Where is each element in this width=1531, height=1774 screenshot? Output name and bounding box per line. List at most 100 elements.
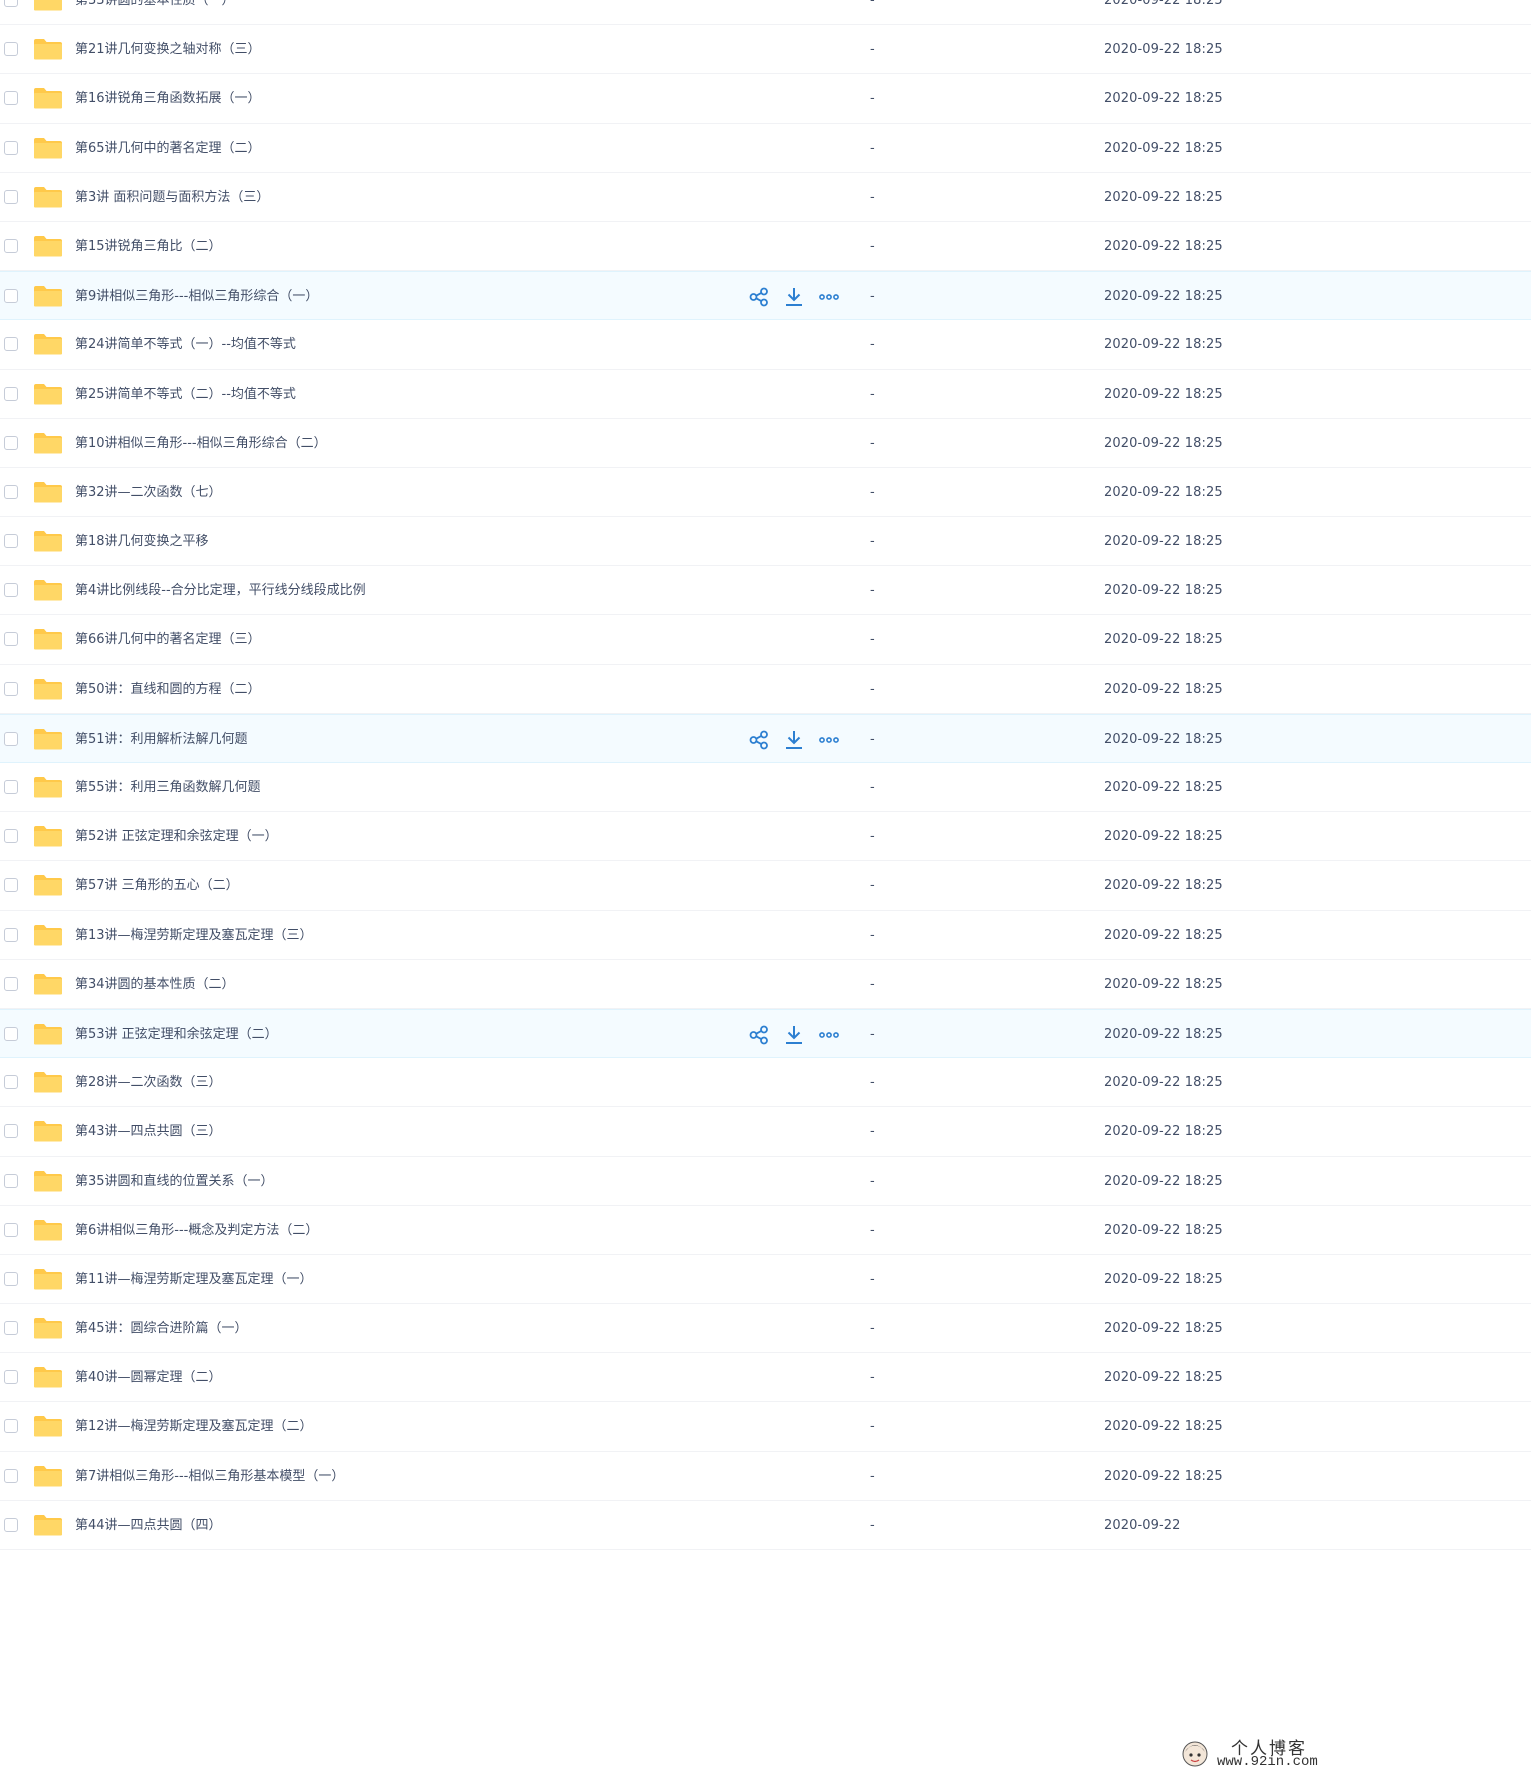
- more-icon[interactable]: [818, 286, 840, 308]
- file-row[interactable]: 第7讲相似三角形---相似三角形基本模型（一） - 2020-09-22 18:25: [0, 1452, 1531, 1501]
- row-checkbox[interactable]: [4, 878, 18, 893]
- row-checkbox[interactable]: [4, 829, 18, 844]
- file-name[interactable]: 第13讲—梅涅劳斯定理及塞瓦定理（三）: [75, 911, 313, 960]
- file-row[interactable]: 第32讲—二次函数（七） - 2020-09-22 18:25: [0, 468, 1531, 518]
- row-checkbox[interactable]: [4, 1468, 18, 1483]
- file-row[interactable]: 第34讲圆的基本性质（二） - 2020-09-22 18:25: [0, 960, 1531, 1009]
- file-row[interactable]: 第11讲—梅涅劳斯定理及塞瓦定理（一） - 2020-09-22 18:25: [0, 1255, 1531, 1305]
- file-name[interactable]: 第51讲：利用解析法解几何题: [75, 715, 248, 764]
- file-row[interactable]: 第40讲—圆幂定理（二） - 2020-09-22 18:25: [0, 1353, 1531, 1403]
- file-name[interactable]: 第32讲—二次函数（七）: [75, 468, 222, 517]
- file-row[interactable]: 第66讲几何中的著名定理（三） - 2020-09-22 18:25: [0, 615, 1531, 665]
- file-row[interactable]: 第52讲 正弦定理和余弦定理（一） - 2020-09-22 18:25: [0, 812, 1531, 862]
- file-name[interactable]: 第7讲相似三角形---相似三角形基本模型（一）: [75, 1452, 344, 1501]
- row-checkbox[interactable]: [4, 140, 18, 155]
- row-checkbox[interactable]: [4, 1321, 18, 1336]
- row-checkbox[interactable]: [4, 1222, 18, 1237]
- file-name[interactable]: 第3讲 面积问题与面积方法（三）: [75, 173, 269, 222]
- file-name[interactable]: 第16讲锐角三角函数拓展（一）: [75, 74, 261, 123]
- row-checkbox[interactable]: [4, 780, 18, 794]
- file-row[interactable]: 第21讲几何变换之轴对称（三） - 2020-09-22 18:25: [0, 25, 1531, 75]
- file-row[interactable]: 第6讲相似三角形---概念及判定方法（二） - 2020-09-22 18:25: [0, 1206, 1531, 1255]
- row-checkbox[interactable]: [4, 731, 18, 746]
- file-row[interactable]: 第18讲几何变换之平移 - 2020-09-22 18:25: [0, 517, 1531, 567]
- file-row[interactable]: 第33讲圆的基本性质（一） - 2020-09-22 18:25: [0, 0, 1531, 26]
- file-row[interactable]: 第53讲 正弦定理和余弦定理（二） - 2020-09-22 18:25: [0, 1008, 1531, 1059]
- file-name[interactable]: 第9讲相似三角形---相似三角形综合（一）: [75, 272, 318, 321]
- file-row[interactable]: 第9讲相似三角形---相似三角形综合（一） - 2020-09-22 18:25: [0, 271, 1531, 321]
- file-name[interactable]: 第10讲相似三角形---相似三角形综合（二）: [75, 419, 327, 468]
- file-name[interactable]: 第43讲—四点共圆（三）: [75, 1107, 222, 1156]
- row-checkbox[interactable]: [4, 927, 18, 942]
- row-checkbox[interactable]: [4, 238, 18, 253]
- file-row[interactable]: 第28讲—二次函数（三） - 2020-09-22 18:25: [0, 1058, 1531, 1108]
- file-name[interactable]: 第35讲圆和直线的位置关系（一）: [75, 1157, 274, 1206]
- file-name[interactable]: 第57讲 三角形的五心（二）: [75, 861, 239, 910]
- row-checkbox[interactable]: [4, 289, 18, 304]
- row-checkbox[interactable]: [4, 189, 18, 204]
- row-checkbox[interactable]: [4, 337, 18, 352]
- file-row[interactable]: 第12讲—梅涅劳斯定理及塞瓦定理（二） - 2020-09-22 18:25: [0, 1402, 1531, 1452]
- file-name[interactable]: 第24讲简单不等式（一）--均值不等式: [75, 320, 296, 369]
- row-checkbox[interactable]: [4, 1173, 18, 1188]
- file-row[interactable]: 第57讲 三角形的五心（二） - 2020-09-22 18:25: [0, 861, 1531, 911]
- file-row[interactable]: 第44讲—四点共圆（四） - 2020-09-22: [0, 1501, 1531, 1550]
- row-checkbox[interactable]: [4, 1370, 18, 1385]
- row-checkbox[interactable]: [4, 583, 18, 598]
- row-checkbox[interactable]: [4, 681, 18, 696]
- row-checkbox[interactable]: [4, 91, 18, 106]
- file-name[interactable]: 第44讲—四点共圆（四）: [75, 1501, 222, 1550]
- row-checkbox[interactable]: [4, 1517, 18, 1532]
- file-row[interactable]: 第4讲比例线段--合分比定理，平行线分线段成比例 - 2020-09-22 18:2…: [0, 566, 1531, 616]
- row-checkbox[interactable]: [4, 1419, 18, 1434]
- file-row[interactable]: 第25讲简单不等式（二）--均值不等式 - 2020-09-22 18:25: [0, 370, 1531, 419]
- file-name[interactable]: 第40讲—圆幂定理（二）: [75, 1353, 222, 1402]
- file-name[interactable]: 第53讲 正弦定理和余弦定理（二）: [75, 1010, 278, 1059]
- file-name[interactable]: 第34讲圆的基本性质（二）: [75, 960, 235, 1009]
- file-name[interactable]: 第6讲相似三角形---概念及判定方法（二）: [75, 1206, 318, 1255]
- row-checkbox[interactable]: [4, 1124, 18, 1139]
- row-checkbox[interactable]: [4, 1271, 18, 1286]
- more-icon[interactable]: [818, 1024, 840, 1046]
- file-name[interactable]: 第33讲圆的基本性质（一）: [75, 0, 235, 25]
- file-row[interactable]: 第24讲简单不等式（一）--均值不等式 - 2020-09-22 18:25: [0, 320, 1531, 370]
- row-checkbox[interactable]: [4, 632, 18, 647]
- file-name[interactable]: 第4讲比例线段--合分比定理，平行线分线段成比例: [75, 566, 366, 615]
- file-name[interactable]: 第21讲几何变换之轴对称（三）: [75, 25, 261, 74]
- file-name[interactable]: 第45讲：圆综合进阶篇（一）: [75, 1304, 248, 1353]
- row-checkbox[interactable]: [4, 0, 18, 7]
- file-row[interactable]: 第16讲锐角三角函数拓展（一） - 2020-09-22 18:25: [0, 74, 1531, 124]
- row-checkbox[interactable]: [4, 534, 18, 549]
- file-row[interactable]: 第50讲：直线和圆的方程（二） - 2020-09-22 18:25: [0, 665, 1531, 714]
- file-name[interactable]: 第50讲：直线和圆的方程（二）: [75, 665, 261, 714]
- file-row[interactable]: 第55讲：利用三角函数解几何题 - 2020-09-22 18:25: [0, 763, 1531, 813]
- file-name[interactable]: 第12讲—梅涅劳斯定理及塞瓦定理（二）: [75, 1402, 313, 1451]
- file-name[interactable]: 第25讲简单不等式（二）--均值不等式: [75, 370, 296, 419]
- more-icon[interactable]: [818, 729, 840, 751]
- row-checkbox[interactable]: [4, 1026, 18, 1041]
- file-name[interactable]: 第65讲几何中的著名定理（二）: [75, 124, 261, 173]
- file-row[interactable]: 第10讲相似三角形---相似三角形综合（二） - 2020-09-22 18:25: [0, 419, 1531, 468]
- row-checkbox[interactable]: [4, 484, 18, 499]
- file-name[interactable]: 第18讲几何变换之平移: [75, 517, 209, 566]
- file-name[interactable]: 第55讲：利用三角函数解几何题: [75, 763, 261, 812]
- file-row[interactable]: 第15讲锐角三角比（二） - 2020-09-22 18:25: [0, 222, 1531, 272]
- file-row[interactable]: 第43讲—四点共圆（三） - 2020-09-22 18:25: [0, 1107, 1531, 1157]
- row-checkbox[interactable]: [4, 386, 18, 401]
- file-row[interactable]: 第65讲几何中的著名定理（二） - 2020-09-22 18:25: [0, 124, 1531, 173]
- row-checkbox[interactable]: [4, 1075, 18, 1090]
- file-row[interactable]: 第51讲：利用解析法解几何题 - 2020-09-22 18:25: [0, 713, 1531, 764]
- file-row[interactable]: 第3讲 面积问题与面积方法（三） - 2020-09-22 18:25: [0, 173, 1531, 222]
- download-icon[interactable]: [783, 1024, 805, 1046]
- download-icon[interactable]: [783, 286, 805, 308]
- file-name[interactable]: 第15讲锐角三角比（二）: [75, 222, 222, 271]
- share-icon[interactable]: [748, 1024, 770, 1046]
- share-icon[interactable]: [748, 286, 770, 308]
- file-name[interactable]: 第66讲几何中的著名定理（三）: [75, 615, 261, 664]
- file-name[interactable]: 第11讲—梅涅劳斯定理及塞瓦定理（一）: [75, 1255, 313, 1304]
- file-row[interactable]: 第45讲：圆综合进阶篇（一） - 2020-09-22 18:25: [0, 1304, 1531, 1354]
- file-name[interactable]: 第52讲 正弦定理和余弦定理（一）: [75, 812, 278, 861]
- download-icon[interactable]: [783, 729, 805, 751]
- file-row[interactable]: 第35讲圆和直线的位置关系（一） - 2020-09-22 18:25: [0, 1157, 1531, 1206]
- row-checkbox[interactable]: [4, 435, 18, 450]
